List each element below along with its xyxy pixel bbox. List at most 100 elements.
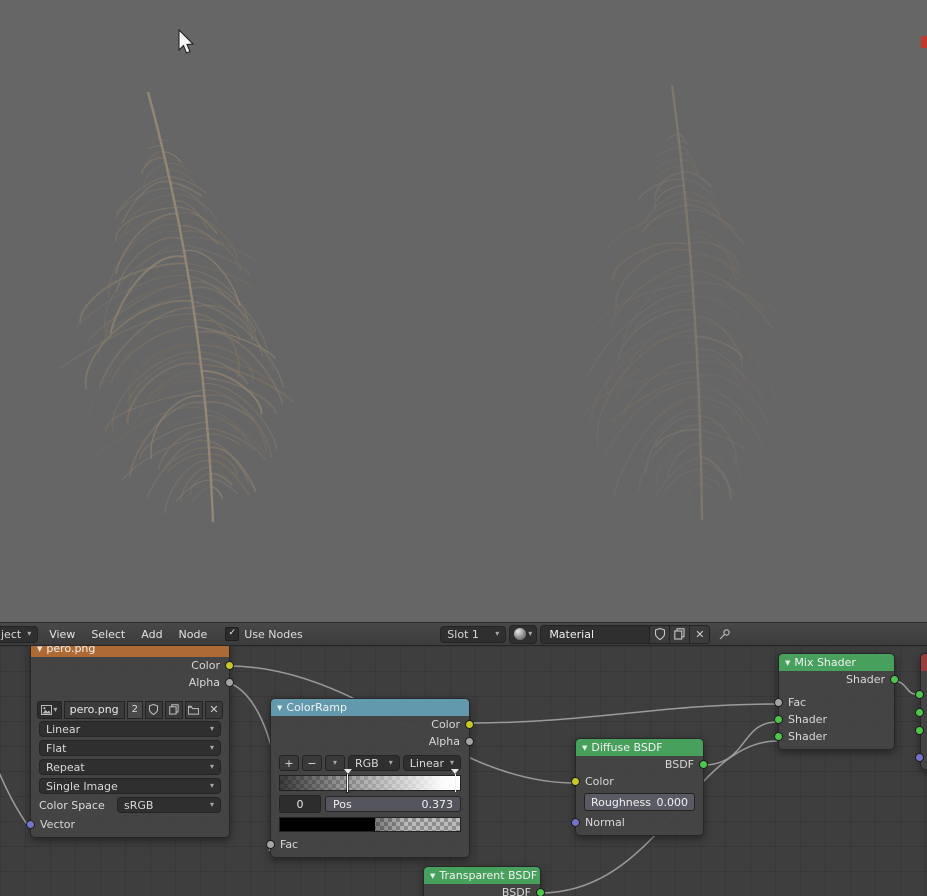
- slot-dropdown[interactable]: Slot 1 ▾: [440, 625, 507, 643]
- output-row-alpha: Alpha: [271, 733, 474, 750]
- node-transparent-bsdf-header[interactable]: ▼ Transparent BSDF: [424, 867, 540, 884]
- shader2-input-socket[interactable]: [774, 732, 783, 741]
- fac-input-socket[interactable]: [774, 698, 783, 707]
- collapse-triangle-icon[interactable]: ▼: [785, 659, 790, 667]
- feather-render: [59, 84, 779, 523]
- normal-input-socket[interactable]: [571, 818, 580, 827]
- output-row-color: Color: [271, 716, 474, 733]
- collapse-triangle-icon[interactable]: ▼: [37, 646, 42, 653]
- color-output-socket[interactable]: [465, 720, 474, 729]
- collapse-triangle-icon[interactable]: ▼: [582, 744, 587, 752]
- node-mix-shader-header[interactable]: ▼ Mix Shader: [779, 654, 894, 671]
- stop-index-field[interactable]: 0: [279, 795, 321, 813]
- vector-input-socket[interactable]: [26, 820, 35, 829]
- roughness-slider[interactable]: Roughness 0.000: [584, 793, 695, 811]
- extra-input-socket[interactable]: [915, 753, 924, 762]
- color-space-label: Color Space: [39, 798, 105, 812]
- material-name-field[interactable]: Material: [541, 628, 649, 641]
- fake-user-shield-button[interactable]: [144, 700, 163, 719]
- node-title: pero.png: [46, 646, 96, 655]
- input-row-shader2: Shader: [774, 728, 894, 745]
- node-image-texture[interactable]: ▼ pero.png Color Alpha ▾ pero.png 2 ✕ Li…: [26, 646, 234, 838]
- pin-icon[interactable]: [718, 628, 731, 641]
- folder-icon: [188, 705, 200, 715]
- image-icon: [41, 704, 53, 715]
- delete-stop-button[interactable]: −: [302, 755, 322, 771]
- output-row-bsdf: BSDF: [424, 884, 545, 896]
- alpha-output-socket[interactable]: [465, 737, 474, 746]
- ramp-handle[interactable]: [451, 769, 460, 792]
- node-mix-shader[interactable]: ▼ Mix Shader Shader Fac Shader Shader: [774, 653, 899, 750]
- editor-type-label: ject: [1, 627, 22, 641]
- menu-view[interactable]: View: [41, 628, 83, 641]
- material-sphere-icon: [514, 628, 527, 640]
- ramp-options-dropdown[interactable]: ▾: [325, 755, 345, 771]
- editor-type-dropdown[interactable]: ject ▾: [0, 625, 39, 643]
- stop-color-swatch[interactable]: [279, 817, 461, 832]
- color-mode-value: RGB: [355, 756, 379, 770]
- node-diffuse-bsdf[interactable]: ▼ Diffuse BSDF BSDF Color Roughness 0.000…: [571, 738, 708, 836]
- collapse-triangle-icon[interactable]: ▼: [430, 872, 435, 880]
- socket-label: Color: [191, 659, 220, 672]
- roughness-value: 0.000: [656, 795, 689, 809]
- new-image-button[interactable]: [164, 700, 183, 719]
- shader-output-socket[interactable]: [890, 675, 899, 684]
- collapse-triangle-icon[interactable]: ▼: [277, 704, 282, 712]
- use-nodes-checkbox[interactable]: ✓: [225, 627, 240, 641]
- stop-row: 0 Pos 0.373: [279, 795, 461, 813]
- image-name-field[interactable]: pero.png: [63, 700, 125, 719]
- socket-label: Fac: [788, 696, 807, 709]
- projection-dropdown[interactable]: Flat ▾: [39, 740, 221, 756]
- alpha-output-socket[interactable]: [225, 678, 234, 687]
- ramp-handle-selected[interactable]: [343, 769, 352, 792]
- open-image-button[interactable]: [184, 700, 203, 719]
- displacement-input-socket[interactable]: [915, 726, 924, 735]
- color-mode-dropdown[interactable]: RGB ▾: [348, 755, 400, 771]
- copy-material-button[interactable]: [669, 625, 690, 643]
- viewport-3d[interactable]: [0, 0, 927, 622]
- socket-label: Color: [431, 718, 460, 731]
- node-color-ramp[interactable]: ▼ ColorRamp Color Alpha + − ▾ RGB ▾ Linea…: [266, 698, 474, 858]
- menu-node[interactable]: Node: [171, 628, 216, 641]
- fac-input-socket[interactable]: [266, 840, 275, 849]
- volume-input-socket[interactable]: [915, 708, 924, 717]
- image-datablock-row: ▾ pero.png 2 ✕: [37, 700, 224, 719]
- node-title: Diffuse BSDF: [591, 741, 663, 754]
- node-editor-canvas[interactable]: ▼ pero.png Color Alpha ▾ pero.png 2 ✕ Li…: [0, 646, 927, 896]
- interpolation-dropdown[interactable]: Linear ▾: [39, 721, 221, 737]
- position-slider[interactable]: Pos 0.373: [325, 796, 461, 812]
- swatch-alpha-fade: [375, 818, 408, 831]
- socket-label: Normal: [585, 816, 625, 829]
- blender-window: ject ▾ View Select Add Node ✓ Use Nodes …: [0, 0, 927, 896]
- color-output-socket[interactable]: [225, 661, 234, 670]
- fake-user-shield-button[interactable]: [649, 625, 670, 643]
- unlink-image-button[interactable]: ✕: [204, 700, 224, 719]
- shader1-input-socket[interactable]: [774, 715, 783, 724]
- node-color-ramp-header[interactable]: ▼ ColorRamp: [271, 699, 469, 716]
- menu-add[interactable]: Add: [133, 628, 170, 641]
- surface-input-socket[interactable]: [915, 690, 924, 699]
- material-browse-dropdown[interactable]: ▾: [509, 624, 538, 644]
- source-dropdown[interactable]: Single Image ▾: [39, 778, 221, 794]
- socket-label: Alpha: [188, 676, 220, 689]
- color-input-socket[interactable]: [571, 777, 580, 786]
- unlink-material-button[interactable]: ✕: [689, 625, 710, 643]
- color-space-dropdown[interactable]: sRGB ▾: [117, 797, 221, 813]
- menu-select[interactable]: Select: [83, 628, 133, 641]
- node-image-texture-header[interactable]: ▼ pero.png: [31, 646, 229, 657]
- bsdf-output-socket[interactable]: [699, 760, 708, 769]
- node-transparent-bsdf[interactable]: ▼ Transparent BSDF BSDF: [423, 866, 545, 896]
- add-stop-button[interactable]: +: [279, 755, 299, 771]
- user-count-button[interactable]: 2: [126, 700, 143, 719]
- node-material-output-header[interactable]: ▼: [921, 654, 927, 671]
- node-diffuse-bsdf-header[interactable]: ▼ Diffuse BSDF: [576, 739, 703, 756]
- image-browse-dropdown[interactable]: ▾: [37, 700, 62, 719]
- input-row-normal: Normal: [571, 814, 703, 831]
- socket-label: BSDF: [664, 758, 694, 771]
- chevron-down-icon: ▾: [209, 724, 214, 733]
- color-ramp-gradient[interactable]: [279, 769, 461, 792]
- slot-label: Slot 1: [447, 627, 479, 641]
- chevron-down-icon: ▾: [209, 762, 214, 771]
- extension-dropdown[interactable]: Repeat ▾: [39, 759, 221, 775]
- bsdf-output-socket[interactable]: [536, 888, 545, 896]
